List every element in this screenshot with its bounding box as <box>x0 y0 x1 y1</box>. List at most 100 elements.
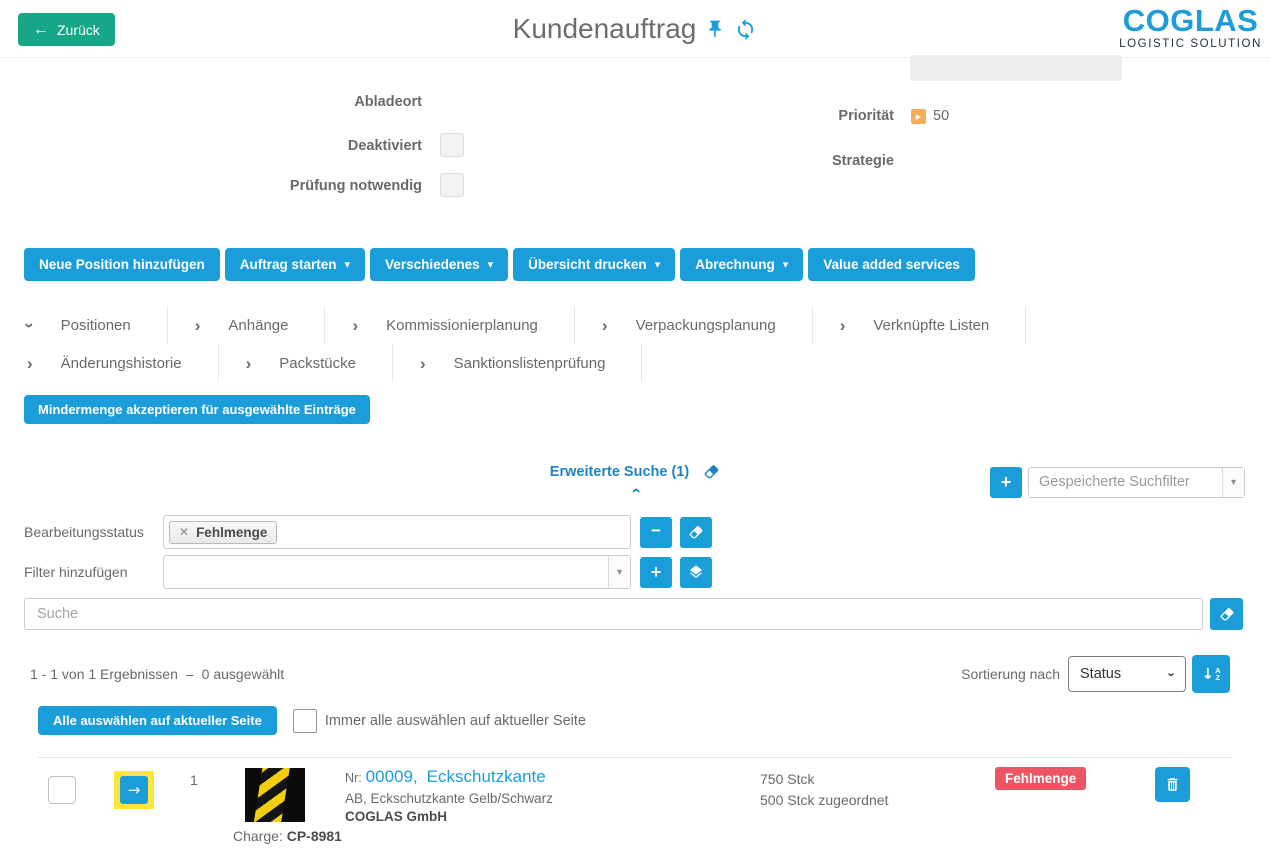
search-input[interactable] <box>24 598 1203 630</box>
nr-label: Nr: <box>345 771 362 785</box>
saved-filter-select[interactable]: Gespeicherte Suchfilter ▾ <box>1028 467 1245 498</box>
delete-position-button[interactable] <box>1155 767 1190 802</box>
quantity-assigned: 500 Stck zugeordnet <box>760 790 888 811</box>
row-checkbox[interactable] <box>48 776 76 804</box>
clear-search-button[interactable] <box>1210 598 1243 630</box>
tab-packstuecke[interactable]: › Packstücke <box>219 344 393 382</box>
goto-position-button[interactable]: → <box>120 776 148 804</box>
eraser-icon[interactable] <box>703 463 720 480</box>
layers-icon <box>688 564 704 580</box>
mindermenge-akzeptieren-label: Mindermenge akzeptieren für ausgewählte … <box>38 402 356 417</box>
tab-sanktionslistenpruefung[interactable]: › Sanktionslistenprüfung <box>393 344 642 382</box>
quantity-total: 750 Stck <box>760 769 888 790</box>
neue-position-label: Neue Position hinzufügen <box>39 257 205 272</box>
priority-value: 50 <box>933 108 949 124</box>
tab-sanktionslistenpruefung-label: Sanktionslistenprüfung <box>454 355 606 372</box>
abrechnung-button[interactable]: Abrechnung ▾ <box>680 248 803 281</box>
pin-icon[interactable] <box>705 19 725 39</box>
coglas-logo: COGLAS LOGISTIC SOLUTION <box>1119 5 1262 51</box>
sort-az-icon: ↓AZ <box>1202 665 1221 683</box>
uebersicht-drucken-button[interactable]: Übersicht drucken ▾ <box>513 248 675 281</box>
sort-direction-button[interactable]: ↓AZ <box>1192 655 1230 693</box>
verschiedenes-label: Verschiedenes <box>385 257 480 272</box>
quantity-block: 750 Stck 500 Stck zugeordnet <box>760 769 888 811</box>
chevron-right-icon: › <box>840 317 846 334</box>
advanced-search-toggle[interactable]: Erweiterte Suche (1) <box>550 463 720 480</box>
logo-tagline: LOGISTIC SOLUTION <box>1119 39 1262 51</box>
mindermenge-akzeptieren-button[interactable]: Mindermenge akzeptieren für ausgewählte … <box>24 395 370 424</box>
abrechnung-label: Abrechnung <box>695 257 775 272</box>
pruefung-label: Prüfung notwendig <box>172 178 422 194</box>
collapse-chevron-icon[interactable]: › <box>626 488 643 494</box>
value-added-services-label: Value added services <box>823 257 960 272</box>
select-all-label: Alle auswählen auf aktueller Seite <box>53 713 262 728</box>
tab-row-1: › Positionen › Anhänge › Kommissionierpl… <box>0 306 1270 344</box>
item-name-link[interactable]: Eckschutzkante <box>427 767 546 787</box>
bearbeitungsstatus-input[interactable]: ✕ Fehlmenge <box>163 515 631 549</box>
add-filter-button[interactable]: + <box>640 557 672 588</box>
charge-value: CP-8981 <box>287 828 342 844</box>
eraser-icon <box>1219 606 1235 622</box>
filter-row-hinzufuegen: Filter hinzufügen ▾ + <box>24 555 1270 589</box>
auftrag-starten-button[interactable]: Auftrag starten ▾ <box>225 248 365 281</box>
select-all-button[interactable]: Alle auswählen auf aktueller Seite <box>38 706 277 735</box>
tab-anhaenge[interactable]: › Anhänge <box>168 306 326 344</box>
tab-verpackungsplanung[interactable]: › Verpackungsplanung <box>575 306 813 344</box>
select-all-row: Alle auswählen auf aktueller Seite Immer… <box>0 706 1270 735</box>
tab-verknuepfte-listen-label: Verknüpfte Listen <box>873 317 989 334</box>
bearbeitungsstatus-label: Bearbeitungsstatus <box>24 524 163 540</box>
order-position-row: → 1 Charge: CP-8981 Nr: 00009, Eckschutz… <box>0 758 1270 852</box>
eraser-icon <box>688 524 704 540</box>
action-buttons-row: Neue Position hinzufügen Auftrag starten… <box>0 248 1270 281</box>
prioritaet-label: Priorität <box>644 108 894 124</box>
logo-wordmark: COGLAS <box>1119 5 1262 36</box>
title-area: Kundenauftrag <box>0 0 1270 58</box>
tab-kommissionierplanung-label: Kommissionierplanung <box>386 317 538 334</box>
tab-kommissionierplanung[interactable]: › Kommissionierplanung <box>325 306 574 344</box>
chevron-right-icon: › <box>195 317 201 334</box>
auftrag-starten-label: Auftrag starten <box>240 257 337 272</box>
page-title: Kundenauftrag <box>513 13 697 45</box>
add-saved-filter-button[interactable]: + <box>990 467 1022 498</box>
order-form-section: Abladeort Priorität ▶ 50 Deaktiviert Str… <box>0 58 1270 230</box>
refresh-icon[interactable] <box>734 18 757 41</box>
save-filter-set-button[interactable] <box>680 557 712 588</box>
deaktiviert-checkbox[interactable] <box>440 133 464 157</box>
results-count: 1 - 1 von 1 Ergebnissen <box>30 666 178 682</box>
priority-icon: ▶ <box>911 109 926 124</box>
sort-group: Sortierung nach Status › ↓AZ <box>961 655 1230 693</box>
remove-filter-button[interactable]: − <box>640 517 672 548</box>
filter-hinzufuegen-select[interactable]: ▾ <box>163 555 631 589</box>
sort-select[interactable]: Status › <box>1068 656 1186 692</box>
arrow-right-icon: → <box>128 781 141 799</box>
filter-row-bearbeitungsstatus: Bearbeitungsstatus ✕ Fehlmenge − <box>24 515 1270 549</box>
chevron-down-icon: › <box>21 322 38 328</box>
caret-down-icon: ▾ <box>608 556 630 588</box>
trash-icon <box>1164 776 1181 793</box>
neue-position-button[interactable]: Neue Position hinzufügen <box>24 248 220 281</box>
charge-label: Charge: <box>233 828 283 844</box>
saved-filter-placeholder: Gespeicherte Suchfilter <box>1029 468 1222 497</box>
results-summary: 1 - 1 von 1 Ergebnissen – 0 ausgewählt <box>30 666 284 682</box>
uebersicht-drucken-label: Übersicht drucken <box>528 257 647 272</box>
pruefung-checkbox[interactable] <box>440 173 464 197</box>
value-added-services-button[interactable]: Value added services <box>808 248 975 281</box>
abladeort-label: Abladeort <box>172 94 422 110</box>
always-select-checkbox[interactable] <box>293 709 317 733</box>
item-number-link[interactable]: 00009, <box>366 767 418 787</box>
tab-aenderungshistorie[interactable]: › Änderungshistorie <box>0 344 219 382</box>
tab-positionen[interactable]: › Positionen <box>0 306 168 344</box>
top-header: ← Zurück Kundenauftrag COGLAS LOGISTIC S… <box>0 0 1270 58</box>
highlighted-action-cell: → <box>114 771 154 809</box>
clear-filter-button[interactable] <box>680 517 712 548</box>
kundenauftrag-page: ← Zurück Kundenauftrag COGLAS LOGISTIC S… <box>0 0 1270 852</box>
tab-positionen-label: Positionen <box>61 317 131 334</box>
verschiedenes-button[interactable]: Verschiedenes ▾ <box>370 248 508 281</box>
product-image <box>245 768 305 822</box>
status-badge: Fehlmenge <box>995 767 1086 790</box>
chip-remove-icon[interactable]: ✕ <box>179 525 189 539</box>
item-description: AB, Eckschutzkante Gelb/Schwarz <box>345 791 553 806</box>
readonly-field <box>910 55 1122 81</box>
caret-down-icon: ▾ <box>655 258 661 271</box>
tab-verknuepfte-listen[interactable]: › Verknüpfte Listen <box>813 306 1027 344</box>
